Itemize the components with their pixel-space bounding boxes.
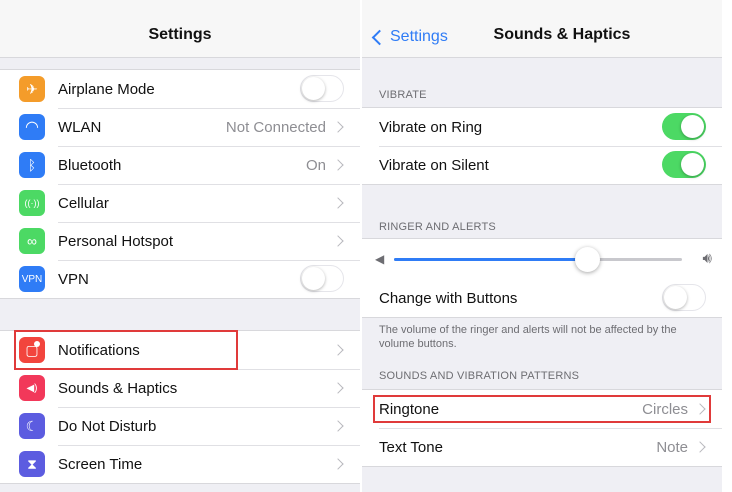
volume-low-icon: ◀ (375, 252, 385, 266)
text-tone-value: Note (656, 438, 688, 456)
ringtone-row[interactable]: Ringtone Circles (362, 390, 722, 428)
volume-high-icon: 🔊︎ (702, 250, 712, 267)
vibrate-on-ring-label: Vibrate on Ring (379, 118, 483, 136)
row-label: Personal Hotspot (58, 232, 174, 250)
row-label: Do Not Disturb (58, 417, 157, 435)
settings-row-notifications[interactable]: ▢ Notifications (0, 331, 360, 369)
vibrate-group: Vibrate on Ring Vibrate on Silent (362, 107, 722, 185)
vpn-icon: VPN (19, 266, 45, 292)
chevron-right-icon (332, 159, 344, 171)
chevron-right-icon (332, 121, 344, 133)
row-label: Screen Time (58, 455, 143, 473)
notifications-group: ▢ Notifications ◀) Sounds & Haptics ☾ Do Not … (0, 330, 360, 484)
ringtone-label: Ringtone (379, 400, 440, 418)
hotspot-link-icon: ∞ (19, 228, 45, 254)
change-with-buttons-label: Change with Buttons (379, 289, 518, 307)
settings-row-wlan[interactable]: ◠ WLAN Not Connected (0, 108, 360, 146)
vibrate-on-silent-toggle[interactable] (662, 151, 706, 178)
settings-row-screen-time[interactable]: ⧗ Screen Time (0, 445, 360, 483)
row-label: Notifications (58, 341, 140, 359)
change-with-buttons-row: Change with Buttons (362, 279, 722, 317)
page-title: Settings (148, 26, 212, 43)
slider-thumb[interactable] (574, 247, 600, 272)
row-label: Sounds & Haptics (58, 379, 178, 397)
speaker-icon: ◀) (19, 375, 45, 401)
vibrate-on-ring-toggle[interactable] (662, 113, 706, 140)
settings-row-do-not-disturb[interactable]: ☾ Do Not Disturb (0, 407, 360, 445)
vibrate-on-silent-row: Vibrate on Silent (362, 146, 722, 184)
antenna-icon: ((·)) (19, 190, 45, 216)
patterns-group: Ringtone Circles Text Tone Note (362, 389, 722, 467)
settings-panel: Settings ✈ Airplane Mode ◠ WLAN Not Connecte… (0, 0, 360, 492)
vibrate-header: VIBRATE (379, 89, 427, 101)
ringer-group: ◀ 🔊︎ Change with Buttons (362, 238, 722, 318)
ringer-header: RINGER AND ALERTS (379, 221, 496, 233)
patterns-header: SOUNDS AND VIBRATION PATTERNS (379, 370, 580, 382)
settings-navbar: Settings (0, 0, 360, 58)
chevron-right-icon (694, 403, 706, 415)
chevron-right-icon (332, 420, 344, 432)
wifi-icon: ◠ (19, 114, 45, 140)
settings-row-airplane-mode[interactable]: ✈ Airplane Mode (0, 70, 360, 108)
row-label: Cellular (58, 194, 109, 212)
ringer-note: The volume of the ringer and alerts will… (379, 324, 677, 350)
chevron-right-icon (332, 344, 344, 356)
bluetooth-icon: ᛒ (19, 152, 45, 178)
row-detail: On (305, 156, 326, 174)
settings-row-sounds-haptics[interactable]: ◀) Sounds & Haptics (0, 369, 360, 407)
chevron-right-icon (332, 235, 344, 247)
badge-dot (34, 341, 40, 347)
row-detail: Not Connected (225, 118, 326, 136)
airplane-icon: ✈ (19, 76, 45, 102)
toggle-switch[interactable] (300, 75, 344, 102)
moon-icon: ☾ (19, 413, 45, 439)
settings-row-cellular[interactable]: ((·)) Cellular (0, 184, 360, 222)
row-label: VPN (58, 270, 89, 288)
page-title: Sounds & Haptics (493, 26, 631, 43)
sounds-navbar: Settings Sounds & Haptics (362, 0, 722, 58)
change-with-buttons-toggle[interactable] (662, 284, 706, 311)
chevron-right-icon (332, 458, 344, 470)
chevron-left-icon (371, 29, 388, 45)
row-label: Airplane Mode (58, 80, 155, 98)
ringtone-value: Circles (642, 400, 688, 418)
text-tone-label: Text Tone (379, 438, 443, 456)
hourglass-icon: ⧗ (19, 451, 45, 477)
vibrate-on-silent-label: Vibrate on Silent (379, 156, 489, 174)
toggle-switch[interactable] (300, 265, 344, 292)
row-label: Bluetooth (58, 156, 122, 174)
slider-fill (394, 258, 587, 261)
settings-row-vpn[interactable]: VPN VPN (0, 260, 360, 298)
vibrate-on-ring-row: Vibrate on Ring (362, 108, 722, 146)
text-tone-row[interactable]: Text Tone Note (362, 428, 722, 466)
ringer-volume-row: ◀ 🔊︎ (362, 239, 722, 279)
chevron-right-icon (332, 382, 344, 394)
settings-row-bluetooth[interactable]: ᛒ Bluetooth On (0, 146, 360, 184)
row-label: WLAN (58, 118, 102, 136)
notifications-icon: ▢ (19, 337, 45, 363)
sounds-haptics-panel: Settings Sounds & Haptics VIBRATE Vibrat… (362, 0, 722, 492)
ringer-volume-slider[interactable] (394, 247, 682, 272)
chevron-right-icon (694, 441, 706, 453)
connectivity-group: ✈ Airplane Mode ◠ WLAN Not Connected ᛒ Bluetoo… (0, 69, 360, 299)
chevron-right-icon (332, 197, 344, 209)
settings-row-personal-hotspot[interactable]: ∞ Personal Hotspot (0, 222, 360, 260)
